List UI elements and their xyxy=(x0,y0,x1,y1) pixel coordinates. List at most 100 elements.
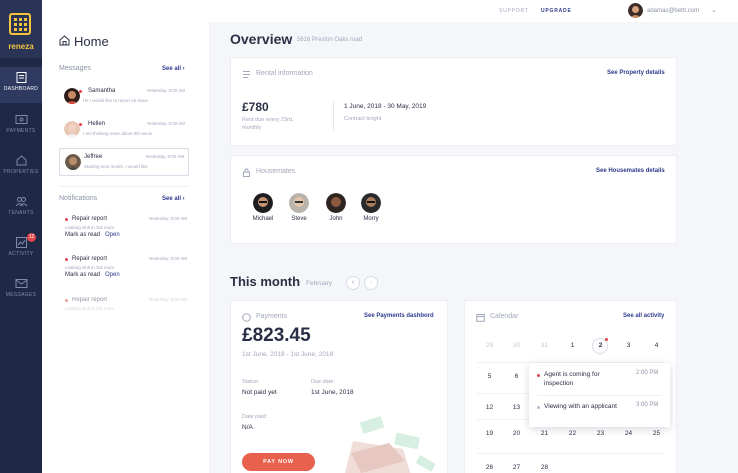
upgrade-link[interactable]: UPGRADE xyxy=(541,8,572,14)
see-property-details-link[interactable]: See Property details xyxy=(607,70,665,76)
chart-icon xyxy=(15,237,27,248)
calendar-day[interactable]: 24 xyxy=(615,427,642,441)
notification-time: Yesterday, 8:00 AM xyxy=(148,297,187,302)
support-link[interactable]: SUPPORT xyxy=(499,8,529,14)
notification-item: Repair report Yesterday, 8:00 AM Leaking… xyxy=(59,255,189,291)
next-month-button[interactable]: › xyxy=(364,276,378,290)
avatar xyxy=(289,193,309,213)
message-item-selected[interactable]: Jeffree Yesterday, 8:00 AM Starting next… xyxy=(59,148,189,176)
event-dot xyxy=(537,406,540,409)
housemate-name: John xyxy=(329,216,343,222)
this-month-title: This month xyxy=(230,274,301,289)
housemate[interactable]: Morry xyxy=(355,193,387,222)
notification-item: Repair report Yesterday, 8:00 AM Leaking… xyxy=(59,296,189,332)
message-item[interactable]: Samantha Yesterday, 8:00 AM Hi! I would … xyxy=(59,83,189,111)
pay-now-button[interactable]: PAY NOW xyxy=(242,453,315,471)
event-title: Viewing with an applicant xyxy=(544,403,617,410)
events-popover: Agent is coming for inspection 2:00 PM V… xyxy=(529,363,670,427)
chevron-down-icon[interactable]: ⌄ xyxy=(711,6,717,14)
nav-item-tenants[interactable]: Tenants xyxy=(0,191,42,227)
see-payments-dashboard-link[interactable]: See Payments dashbord xyxy=(364,313,434,319)
user-email[interactable]: adamas@bettr.com xyxy=(647,8,699,14)
money-illustration xyxy=(345,416,436,473)
calendar-day[interactable]: 6 xyxy=(503,370,530,384)
calendar-day[interactable]: 22 xyxy=(559,427,586,441)
calendar-day[interactable]: 1 xyxy=(559,339,586,353)
open-link[interactable]: Open xyxy=(105,272,120,278)
notification-title: Repair report xyxy=(72,256,108,262)
event-dot xyxy=(537,374,540,377)
payment-amount: £823.45 xyxy=(242,325,311,346)
nav-item-payments[interactable]: Payments xyxy=(0,109,42,145)
status-value: Not paid yet xyxy=(242,389,277,396)
see-housemates-details-link[interactable]: See Housemates details xyxy=(596,168,665,174)
calendar-day[interactable]: 23 xyxy=(587,427,614,441)
rent-amount: £780 xyxy=(242,100,269,114)
calendar-day[interactable]: 25 xyxy=(643,427,670,441)
nav-label: Properties xyxy=(3,169,39,175)
contract-dates: 1 June, 2018 - 30 May, 2019 xyxy=(344,103,427,110)
document-icon xyxy=(243,71,250,78)
housemate[interactable]: Michael xyxy=(247,193,279,222)
rental-card: Rental information See Property details … xyxy=(230,57,677,146)
nav-item-messages[interactable]: Messages xyxy=(0,273,42,309)
rent-note: Rent due every 23rd, monthly xyxy=(242,117,294,131)
unread-dot xyxy=(65,258,68,261)
calendar-day[interactable]: 21 xyxy=(531,427,558,441)
calendar-day[interactable]: 5 xyxy=(476,370,503,384)
calendar-event[interactable]: Agent is coming for inspection 2:00 PM xyxy=(529,363,670,395)
housemate[interactable]: Steve xyxy=(283,193,315,222)
calendar-day[interactable]: 27 xyxy=(503,461,530,473)
notification-title: Repair report xyxy=(72,297,108,303)
housemates-label: Housemates xyxy=(256,168,296,175)
calendar-row-divider xyxy=(476,453,664,454)
unread-dot xyxy=(65,299,68,302)
calendar-day[interactable]: 3 xyxy=(615,339,642,353)
calendar-day[interactable]: 28 xyxy=(531,461,558,473)
calendar-label: Calendar xyxy=(490,313,519,320)
message-time: Yesterday, 8:00 AM xyxy=(146,88,185,93)
mark-as-read-link[interactable]: Mark as read xyxy=(65,272,100,278)
housemate-name: Steve xyxy=(291,216,307,222)
message-sender: Hellen xyxy=(88,121,106,127)
calendar-day[interactable]: 13 xyxy=(503,401,530,415)
nav-item-properties[interactable]: Properties xyxy=(0,150,42,186)
top-bar: SUPPORT UPGRADE adamas@bettr.com ⌄ xyxy=(42,0,738,22)
mark-as-read-link[interactable]: Mark as read xyxy=(65,232,100,238)
nav-item-activity[interactable]: 12 Activity xyxy=(0,232,42,268)
home-icon xyxy=(59,35,70,46)
calendar-event[interactable]: Viewing with an applicant 3:00 PM xyxy=(529,395,670,427)
avatar xyxy=(253,193,273,213)
notifications-see-all[interactable]: See all › xyxy=(162,196,185,202)
payments-card: Payments See Payments dashbord £823.45 1… xyxy=(230,300,448,473)
open-link[interactable]: Open xyxy=(105,232,120,238)
user-avatar[interactable] xyxy=(628,3,643,18)
housemate[interactable]: John xyxy=(320,193,352,222)
nav-item-dashboard[interactable]: Dashboard xyxy=(0,67,42,103)
payments-label: Payments xyxy=(256,313,288,320)
avatar xyxy=(361,193,381,213)
logo-icon xyxy=(9,13,31,35)
message-item[interactable]: Hellen Yesterday, 8:00 AM I am thinking … xyxy=(59,116,189,144)
prev-month-button[interactable]: ‹ xyxy=(346,276,360,290)
home-panel: Home Messages See all › Samantha Yesterd… xyxy=(42,22,210,473)
calendar-day[interactable]: 30 xyxy=(503,339,530,353)
app-logo[interactable]: reneza xyxy=(0,0,42,58)
message-snippet: Hi! I would like to report an issue xyxy=(83,98,149,103)
nav-label: Dashboard xyxy=(3,86,39,92)
calendar-day[interactable]: 31 xyxy=(531,339,558,353)
calendar-day[interactable]: 26 xyxy=(476,461,503,473)
calendar-day[interactable]: 4 xyxy=(643,339,670,353)
calendar-day[interactable]: 20 xyxy=(503,427,530,441)
people-icon xyxy=(15,197,27,207)
messages-see-all[interactable]: See all › xyxy=(162,66,185,72)
date-paid-value: N/A xyxy=(242,424,253,431)
calendar-day[interactable]: 29 xyxy=(476,339,503,353)
calendar-day[interactable]: 2 xyxy=(587,339,614,353)
message-sender: Jeffree xyxy=(84,154,103,160)
see-all-activity-link[interactable]: See all activity xyxy=(623,313,664,319)
calendar-day[interactable]: 12 xyxy=(476,401,503,415)
calendar-day[interactable]: 19 xyxy=(476,427,503,441)
event-time: 3:00 PM xyxy=(636,402,659,408)
avatar xyxy=(65,154,81,170)
